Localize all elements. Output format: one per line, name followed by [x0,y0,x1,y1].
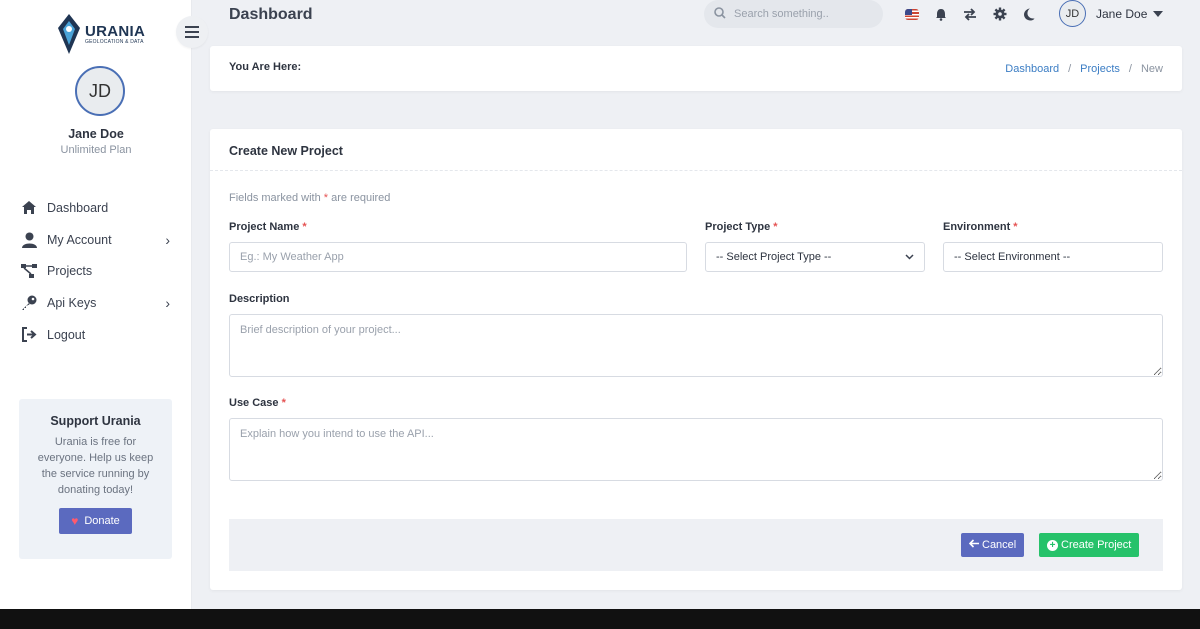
required-star: * [323,192,329,204]
avatar[interactable]: JD [75,66,125,116]
use-case-label: Use Case * [229,397,286,409]
label-text: Project Type [705,221,771,233]
sidebar-nav: Dashboard My Account › Projects Api Keys… [20,192,180,350]
menu-icon [185,26,199,38]
header-user-name: Jane Doe [1096,7,1148,21]
breadcrumb-card: You Are Here: Dashboard / Projects / New [210,46,1182,91]
chevron-right-icon: › [165,294,170,311]
breadcrumb-separator: / [1068,63,1072,75]
breadcrumb-prefix: You Are Here: [229,61,302,73]
cancel-button[interactable]: Cancel [961,533,1025,557]
cancel-label: Cancel [982,539,1017,551]
projects-icon [20,262,38,280]
user-name: Jane Doe [68,127,124,141]
bottom-bar [0,609,1200,629]
label-text: Environment [943,221,1011,233]
description-textarea[interactable] [229,314,1163,377]
select-value: -- Select Project Type -- [716,251,832,263]
donate-label: Donate [84,515,120,527]
heart-icon: ♥ [71,514,79,528]
sidebar-toggle-button[interactable] [176,16,208,48]
required-star: * [302,221,307,233]
required-note-text: Fields marked with [229,192,321,204]
sidebar-item-dashboard[interactable]: Dashboard [20,192,180,224]
sidebar-item-label: Api Keys [47,295,97,310]
logout-icon [20,326,38,344]
breadcrumb-current: New [1140,63,1163,75]
sidebar: URANIA GEOLOCATION & DATA JD Jane Doe Un… [0,0,192,609]
plus-circle-icon: + [1047,539,1058,551]
bell-icon [936,8,946,21]
required-note: Fields marked with * are required [229,192,390,204]
home-icon [20,199,38,217]
required-note-text: are required [331,192,391,204]
header-avatar[interactable]: JD [1059,0,1086,27]
environment-label: Environment * [943,221,1018,233]
create-project-form: Create New Project Fields marked with * … [210,129,1182,590]
environment-select[interactable]: -- Select Environment -- [943,242,1163,272]
breadcrumb-dashboard-link[interactable]: Dashboard [1005,63,1059,75]
switch-button[interactable] [962,6,978,22]
sidebar-item-my-account[interactable]: My Account › [20,224,180,256]
select-value: -- Select Environment -- [954,251,1071,263]
breadcrumb-projects-link[interactable]: Projects [1080,63,1120,75]
donate-button[interactable]: ♥ Donate [59,508,132,534]
required-star: * [1013,221,1018,233]
brand-tagline: GEOLOCATION & DATA [85,38,144,45]
sidebar-item-logout[interactable]: Logout [20,319,180,351]
sidebar-item-api-keys[interactable]: Api Keys › [20,287,180,319]
required-star: * [773,221,778,233]
settings-button[interactable] [992,6,1008,22]
support-text: Urania is free for everyone. Help us kee… [37,436,154,496]
sidebar-item-label: Dashboard [47,200,109,215]
search-box[interactable] [704,0,883,28]
us-flag-icon [905,8,919,20]
search-icon [714,6,726,22]
dark-mode-toggle[interactable] [1021,6,1037,22]
chevron-down-icon [905,252,914,263]
support-title: Support Urania [50,414,141,428]
description-label: Description [229,293,290,305]
key-icon [20,294,38,312]
breadcrumb-separator: / [1128,63,1132,75]
sidebar-item-label: Logout [47,327,86,342]
gear-icon [993,7,1007,21]
notifications-button[interactable] [933,6,949,22]
page-title: Dashboard [229,6,313,23]
project-type-select[interactable]: -- Select Project Type -- [705,242,925,272]
sidebar-item-label: My Account [47,232,112,247]
project-name-label: Project Name * [229,221,307,233]
project-name-input[interactable] [229,242,687,272]
brand-logo[interactable]: URANIA GEOLOCATION & DATA [55,12,145,56]
search-input[interactable] [734,8,874,20]
caret-down-icon [1153,11,1164,17]
create-label: Create Project [1061,539,1132,551]
exchange-icon [964,7,976,21]
create-project-button[interactable]: + Create Project [1039,533,1140,557]
user-icon [20,231,38,249]
chevron-right-icon: › [165,231,170,248]
user-menu[interactable]: Jane Doe [1096,7,1164,21]
label-text: Project Name [229,221,300,233]
required-star: * [281,397,286,409]
main-content: Dashboard JD Jane Doe You Are Here: [192,0,1200,609]
sidebar-item-label: Projects [47,264,93,279]
project-type-label: Project Type * [705,221,778,233]
brand-name: URANIA [85,22,146,40]
form-header: Create New Project [210,129,1182,171]
moon-icon [1024,8,1035,20]
form-actions: Cancel + Create Project [229,519,1163,571]
user-plan: Unlimited Plan [60,144,132,156]
language-flag-button[interactable] [904,6,920,22]
breadcrumb: Dashboard / Projects / New [1005,63,1163,75]
topbar: Dashboard JD Jane Doe [192,0,1200,42]
support-panel: Support Urania Urania is free for everyo… [19,399,172,559]
urania-logo-icon [58,14,80,54]
label-text: Use Case [229,397,279,409]
sidebar-item-projects[interactable]: Projects [20,255,180,287]
form-title: Create New Project [229,144,343,158]
arrow-left-icon [968,539,980,551]
use-case-textarea[interactable] [229,418,1163,481]
